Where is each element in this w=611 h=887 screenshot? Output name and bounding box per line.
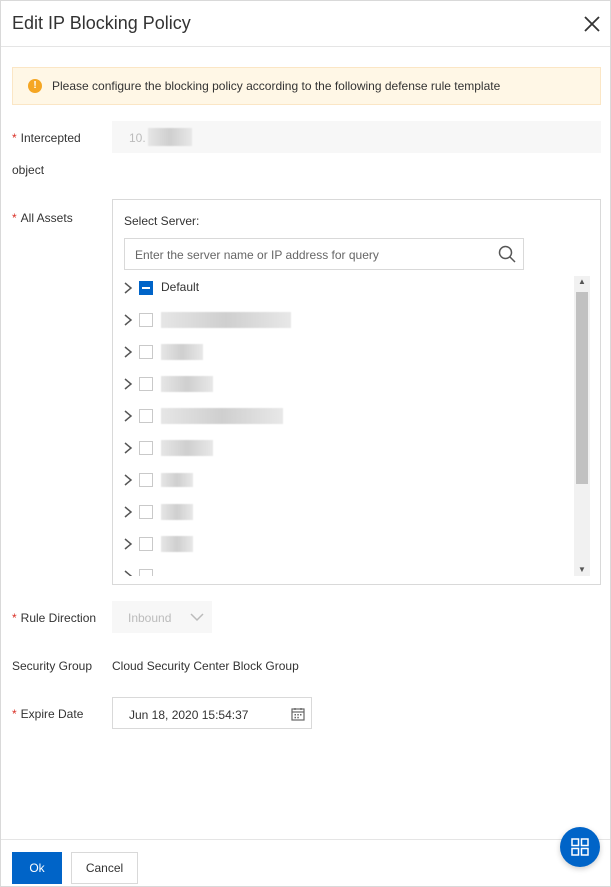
scroll-up-arrow-icon[interactable]: ▲: [574, 276, 590, 288]
intercepted-object-label-text: Intercepted: [20, 131, 81, 145]
rule-direction-label: * Rule Direction: [12, 611, 96, 625]
required-marker: *: [12, 211, 17, 225]
dialog-footer: Ok Cancel: [1, 839, 610, 886]
tree-checkbox[interactable]: [139, 473, 153, 487]
tree-checkbox[interactable]: [139, 441, 153, 455]
redacted-server-name: [161, 408, 283, 424]
all-assets-label-text: All Assets: [20, 211, 73, 225]
search-icon[interactable]: [498, 245, 516, 263]
tree-node[interactable]: [113, 468, 573, 492]
alert-text: Please configure the blocking policy acc…: [52, 79, 501, 93]
redacted-server-name: [161, 376, 213, 392]
chevron-right-icon[interactable]: [123, 569, 133, 576]
redacted-server-name: [161, 344, 203, 360]
chevron-down-icon: [190, 613, 204, 622]
scrollbar-thumb[interactable]: [576, 292, 588, 484]
calendar-icon[interactable]: [291, 707, 305, 721]
warning-icon: !: [28, 79, 42, 93]
rule-direction-select[interactable]: Inbound: [112, 601, 212, 633]
tree-scrollbar[interactable]: ▲ ▼: [574, 276, 590, 576]
tree-checkbox[interactable]: [139, 377, 153, 391]
expire-date-picker[interactable]: Jun 18, 2020 15:54:37: [112, 697, 312, 729]
server-search: [124, 238, 524, 270]
chevron-right-icon[interactable]: [123, 537, 133, 551]
select-server-label: Select Server:: [124, 214, 200, 228]
tree-node[interactable]: [113, 308, 573, 332]
tree-node-default[interactable]: Default: [113, 276, 573, 300]
close-icon[interactable]: [581, 13, 603, 35]
expire-date-value: Jun 18, 2020 15:54:37: [129, 708, 249, 722]
intercepted-object-field: 10.: [112, 121, 601, 153]
all-assets-label: * All Assets: [12, 211, 73, 225]
redacted-ip: [148, 128, 192, 146]
edit-ip-blocking-policy-dialog: Edit IP Blocking Policy ! Please configu…: [0, 0, 611, 887]
tree-node[interactable]: [113, 404, 573, 428]
tree-checkbox[interactable]: [139, 505, 153, 519]
redacted-server-name: [161, 473, 193, 487]
floating-grid-button[interactable]: [560, 827, 600, 867]
asset-selector: Select Server: Default: [112, 199, 601, 585]
cancel-button[interactable]: Cancel: [71, 852, 138, 884]
tree-node[interactable]: [113, 436, 573, 460]
chevron-right-icon[interactable]: [123, 345, 133, 359]
tree-node-label: Default: [161, 280, 200, 294]
ok-button[interactable]: Ok: [12, 852, 62, 884]
rule-direction-label-text: Rule Direction: [20, 611, 97, 625]
expire-date-label: * Expire Date: [12, 707, 83, 721]
tree-checkbox[interactable]: [139, 537, 153, 551]
intercepted-object-value: 10.: [129, 131, 146, 145]
chevron-right-icon[interactable]: [123, 313, 133, 327]
scroll-down-arrow-icon[interactable]: ▼: [574, 564, 590, 576]
security-group-value: Cloud Security Center Block Group: [112, 659, 299, 673]
tree-checkbox[interactable]: [139, 281, 153, 295]
chevron-right-icon[interactable]: [123, 473, 133, 487]
chevron-right-icon[interactable]: [123, 409, 133, 423]
tree-node[interactable]: [113, 340, 573, 364]
dialog-header: Edit IP Blocking Policy: [1, 1, 610, 47]
server-tree: Default: [113, 276, 573, 576]
tree-checkbox[interactable]: [139, 313, 153, 327]
tree-node[interactable]: [113, 372, 573, 396]
intercepted-object-label-line2: object: [12, 163, 45, 177]
required-marker: *: [12, 131, 17, 145]
chevron-right-icon[interactable]: [123, 505, 133, 519]
chevron-right-icon[interactable]: [123, 281, 133, 295]
grid-icon: [571, 838, 589, 856]
tree-checkbox[interactable]: [139, 569, 153, 576]
tree-checkbox[interactable]: [139, 345, 153, 359]
chevron-right-icon[interactable]: [123, 377, 133, 391]
tree-node[interactable]: [113, 532, 573, 556]
dialog-title: Edit IP Blocking Policy: [12, 13, 191, 33]
required-marker: *: [12, 611, 17, 625]
server-search-input[interactable]: [133, 245, 483, 265]
tree-node-partial[interactable]: [113, 564, 573, 576]
redacted-server-name: [161, 504, 193, 520]
rule-direction-value: Inbound: [128, 611, 172, 625]
expire-date-label-text: Expire Date: [20, 707, 84, 721]
redacted-server-name: [161, 536, 193, 552]
redacted-server-name: [161, 440, 213, 456]
chevron-right-icon[interactable]: [123, 441, 133, 455]
intercepted-object-label: * Intercepted: [12, 131, 81, 145]
redacted-server-name: [161, 312, 291, 328]
info-alert: ! Please configure the blocking policy a…: [12, 67, 601, 105]
required-marker: *: [12, 707, 17, 721]
tree-node[interactable]: [113, 500, 573, 524]
tree-checkbox[interactable]: [139, 409, 153, 423]
security-group-label: Security Group: [12, 659, 93, 673]
